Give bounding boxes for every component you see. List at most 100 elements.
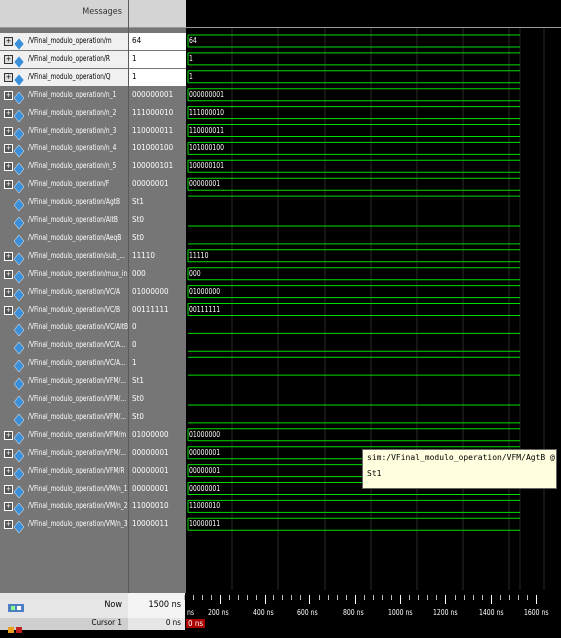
signal-row[interactable]: + /VFinal_modulo_operation/VFM/R — [0, 463, 128, 480]
signal-value-row: St0 — [129, 409, 186, 426]
now-label-cell: Now — [0, 593, 128, 618]
timeline-minor-tick — [300, 595, 301, 600]
signal-name: /VFinal_modulo_operation/n_1 — [28, 89, 117, 99]
signal-row[interactable]: + /VFinal_modulo_operation/n_4 — [0, 140, 128, 158]
bus-waveform[interactable] — [187, 34, 520, 48]
signal-row[interactable]: + /VFinal_modulo_operation/n_1 — [0, 87, 128, 105]
wave-canvas[interactable] — [186, 0, 561, 593]
signal-value: 0 — [132, 322, 137, 332]
bus-waveform[interactable] — [187, 124, 520, 137]
signal-row[interactable]: + /VFinal_modulo_operation/VC/B — [0, 302, 128, 319]
expand-toggle-icon[interactable]: + — [4, 144, 13, 154]
expand-toggle-icon[interactable]: + — [4, 430, 13, 440]
signal-row[interactable]: /VFinal_modulo_operation/VC/A... — [0, 355, 128, 373]
expand-toggle-icon[interactable]: + — [4, 305, 13, 315]
signal-row[interactable]: /VFinal_modulo_operation/VFM/... — [0, 409, 128, 427]
signal-row[interactable]: + /VFinal_modulo_operation/mux_in — [0, 266, 128, 284]
expand-toggle-icon[interactable]: + — [4, 90, 13, 100]
signal-row[interactable]: + /VFinal_modulo_operation/sub_... — [0, 248, 128, 266]
timeline-minor-tick — [391, 595, 392, 600]
expand-toggle-icon[interactable]: + — [4, 162, 13, 172]
signal-row[interactable]: /VFinal_modulo_operation/AeqB — [0, 230, 128, 248]
wave-pane[interactable]: 64 1 1 000000001 111000010 110000011 101000100… — [186, 0, 561, 593]
expand-toggle-icon[interactable]: + — [4, 287, 13, 297]
signal-row[interactable]: + /VFinal_modulo_operation/m — [0, 33, 128, 51]
bus-waveform[interactable] — [187, 88, 520, 102]
bus-waveform[interactable] — [187, 249, 520, 263]
signal-row[interactable]: + /VFinal_modulo_operation/VM/n_2 — [0, 498, 128, 516]
bus-waveform[interactable] — [187, 141, 520, 155]
bus-waveform[interactable] — [187, 499, 520, 513]
signal-row[interactable]: + /VFinal_modulo_operation/F — [0, 176, 128, 194]
lock-icon[interactable] — [8, 619, 22, 633]
signal-row[interactable]: + /VFinal_modulo_operation/Q — [0, 68, 128, 87]
expand-toggle-icon[interactable]: + — [4, 108, 13, 118]
signal-diamond-icon — [13, 518, 25, 534]
expand-toggle-icon[interactable]: + — [4, 269, 13, 279]
bus-value-label: 100000101 — [189, 161, 225, 171]
timeline-minor-tick — [211, 595, 212, 600]
timeline-minor-tick — [346, 595, 347, 600]
wave-toolbar-icon[interactable] — [8, 599, 24, 612]
timeline-major-tick — [265, 595, 266, 604]
bus-waveform[interactable] — [187, 285, 520, 299]
signal-row[interactable]: + /VFinal_modulo_operation/VM/n_1 — [0, 481, 128, 498]
signal-value-row: 00000001 — [129, 176, 186, 193]
signal-row[interactable]: + /VFinal_modulo_operation/VC/A — [0, 284, 128, 301]
bus-waveform[interactable] — [187, 177, 520, 191]
expand-toggle-icon[interactable]: + — [4, 448, 13, 458]
expand-toggle-icon[interactable]: + — [4, 54, 13, 64]
timeline-major-tick — [536, 595, 537, 604]
expand-toggle-icon[interactable]: + — [4, 37, 13, 46]
bus-value-label: 11110 — [189, 250, 209, 260]
signal-value-row: St0 — [129, 230, 186, 247]
signal-name: /VFinal_modulo_operation/AgtB — [28, 197, 121, 207]
signal-row[interactable]: + /VFinal_modulo_operation/n_5 — [0, 158, 128, 176]
signal-diamond-icon — [13, 483, 25, 498]
timeline-minor-tick — [282, 595, 283, 600]
signal-diamond-icon — [13, 465, 25, 480]
signal-row[interactable]: + /VFinal_modulo_operation/n_3 — [0, 123, 128, 140]
signal-row[interactable]: + /VFinal_modulo_operation/n_2 — [0, 105, 128, 122]
signal-row[interactable]: + /VFinal_modulo_operation/VM/n_3 — [0, 516, 128, 534]
signal-value: 11000010 — [132, 501, 169, 511]
expand-toggle-icon[interactable]: + — [4, 520, 13, 530]
signal-value: 10000011 — [132, 519, 169, 529]
signal-name-pane: Messages + /VFinal_modulo_operation/m + /VF… — [0, 0, 128, 593]
bus-waveform[interactable] — [187, 70, 520, 84]
bus-waveform[interactable] — [187, 303, 520, 316]
bus-waveform[interactable] — [187, 267, 520, 281]
signal-row[interactable]: /VFinal_modulo_operation/AgtB — [0, 194, 128, 212]
expand-toggle-icon[interactable]: + — [4, 466, 13, 476]
signal-name: /VFinal_modulo_operation/VM/n_3 — [28, 519, 128, 529]
expand-toggle-icon[interactable]: + — [4, 72, 13, 82]
signal-name: /VFinal_modulo_operation/VFM/... — [28, 447, 127, 457]
signal-row[interactable]: /VFinal_modulo_operation/VC/AltB — [0, 319, 128, 337]
timeline-major-tick — [309, 595, 310, 604]
bus-waveform[interactable] — [187, 517, 520, 531]
signal-row[interactable]: /VFinal_modulo_operation/AltB — [0, 212, 128, 230]
signal-row[interactable]: + /VFinal_modulo_operation/VFM/m — [0, 427, 128, 445]
signal-row[interactable]: + /VFinal_modulo_operation/VFM/... — [0, 445, 128, 463]
bus-waveform[interactable] — [187, 52, 520, 66]
bus-waveform[interactable] — [187, 428, 520, 442]
signal-name: /VFinal_modulo_operation/VFM/... — [28, 411, 127, 421]
now-value-cell: 1500 ns — [128, 593, 185, 618]
bus-waveform[interactable] — [187, 159, 520, 173]
signal-row[interactable]: + /VFinal_modulo_operation/R — [0, 50, 128, 69]
expand-toggle-icon[interactable]: + — [4, 484, 13, 494]
cursor-marker[interactable]: 0 ns — [186, 619, 206, 628]
expand-toggle-icon[interactable]: + — [4, 180, 13, 190]
expand-toggle-icon[interactable]: + — [4, 251, 13, 261]
bus-value-label: 101000100 — [189, 143, 225, 153]
signal-row[interactable]: /VFinal_modulo_operation/VC/A... — [0, 337, 128, 355]
signal-value: St0 — [132, 215, 144, 224]
signal-name: /VFinal_modulo_operation/n_3 — [28, 125, 117, 135]
expand-toggle-icon[interactable]: + — [4, 502, 13, 512]
bus-waveform[interactable] — [187, 106, 520, 120]
signal-row[interactable]: /VFinal_modulo_operation/VFM/... — [0, 391, 128, 409]
signal-row[interactable]: /VFinal_modulo_operation/VFM/... — [0, 373, 128, 391]
signal-value-row: St1 — [129, 194, 186, 211]
expand-toggle-icon[interactable]: + — [4, 126, 13, 136]
signal-value-row: 11110 — [129, 248, 186, 265]
